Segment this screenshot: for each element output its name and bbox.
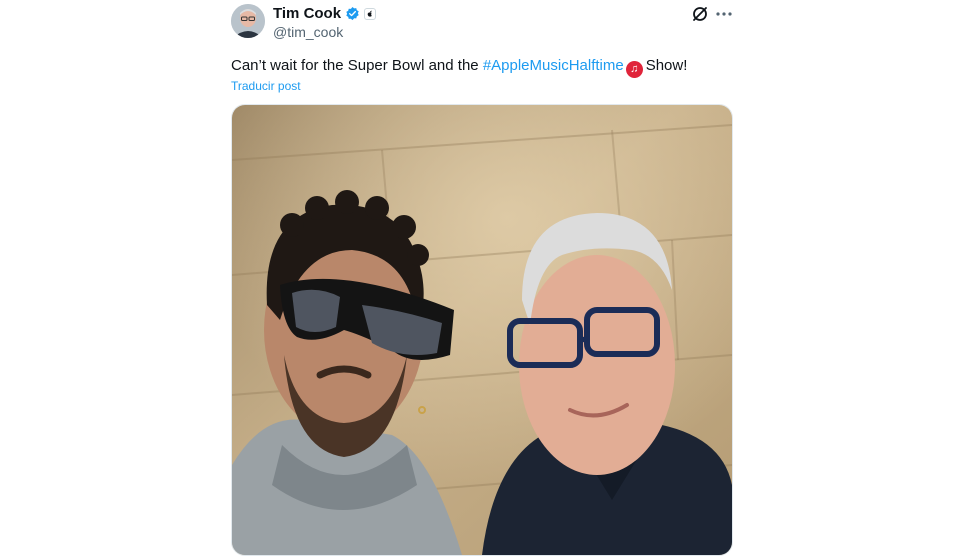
post-photo[interactable] [231, 104, 733, 556]
grok-icon[interactable] [690, 4, 710, 24]
music-note-icon: ♫ [625, 60, 643, 78]
more-options-icon[interactable] [714, 4, 734, 24]
post-text: Can’t wait for the Super Bowl and the #A… [231, 56, 687, 78]
hashtag-link[interactable]: #AppleMusicHalftime [483, 57, 624, 74]
author-name[interactable]: Tim Cook [273, 5, 341, 22]
verified-badge-icon [345, 6, 360, 21]
post-text-after: Show! [645, 57, 688, 74]
author-avatar[interactable] [231, 4, 265, 38]
post-text-before: Can’t wait for the Super Bowl and the [231, 57, 483, 74]
translate-post-link[interactable]: Traducir post [231, 79, 301, 93]
author-handle[interactable]: @tim_cook [273, 24, 343, 40]
apple-affiliate-icon[interactable] [364, 7, 377, 20]
author-name-row[interactable]: Tim Cook [273, 5, 377, 22]
